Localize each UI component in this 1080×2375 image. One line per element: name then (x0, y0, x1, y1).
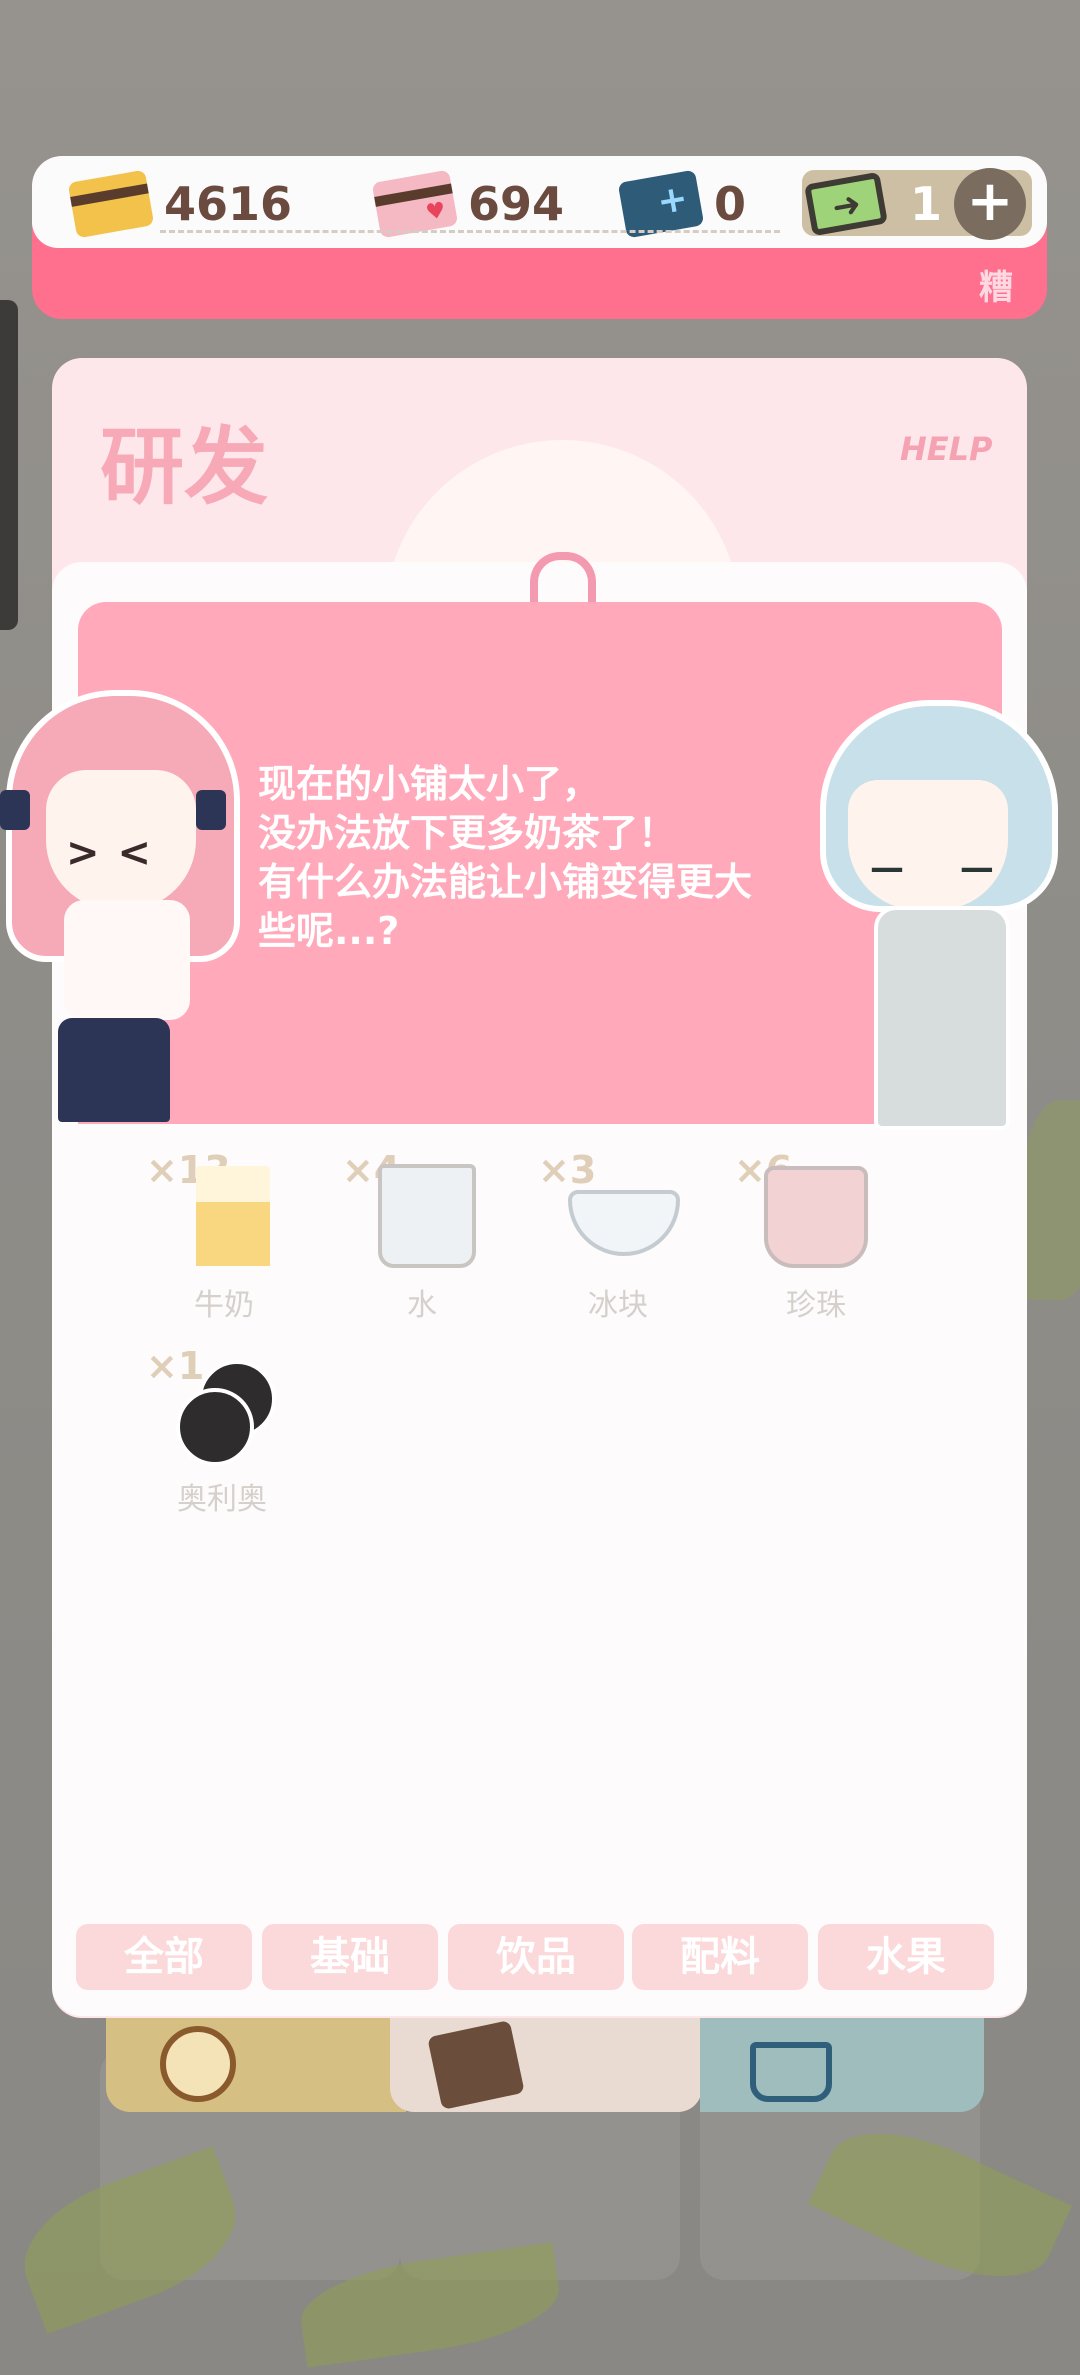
girl-character-skirt (58, 1018, 170, 1122)
ingredient-item-water[interactable]: ×4 水 (338, 1148, 518, 1323)
girl-hair-bow-left (0, 790, 30, 830)
research-title: 研发 (100, 418, 269, 516)
currency-divider (160, 230, 780, 233)
item-label: 珍珠 (786, 1288, 846, 1323)
dialog-line: 有什么办法能让小铺变得更大 (258, 860, 753, 904)
background-shop-shelf (0, 300, 18, 630)
help-button[interactable]: HELP (900, 430, 992, 468)
ticket-icon (804, 171, 888, 237)
tab-drinks[interactable]: 饮品 (448, 1924, 624, 1990)
recipe-notebook-icon (427, 2020, 525, 2110)
ingredient-item-oreo[interactable]: ×1 奥利奥 (142, 1344, 322, 1517)
compass-icon (160, 2026, 236, 2102)
nav-recipe-tab[interactable] (390, 2018, 702, 2112)
heart-currency: 694 (371, 169, 565, 239)
add-ticket-button[interactable]: + (954, 168, 1026, 240)
nav-compass-tab[interactable] (106, 2018, 406, 2112)
dialog-line: 没办法放下更多奶茶了！ (258, 811, 677, 855)
girl-hair-bow-right (196, 790, 226, 830)
item-label: 水 (407, 1288, 437, 1323)
tab-all[interactable]: 全部 (76, 1924, 252, 1990)
ticket-currency-value: 1 (910, 177, 943, 231)
blue-card-icon (617, 169, 705, 239)
currency-bar-side-text: 糟 (979, 268, 1013, 308)
tab-toppings[interactable]: 配料 (632, 1924, 808, 1990)
gold-card-icon (67, 169, 155, 239)
item-quantity: ×1 (146, 1344, 205, 1388)
girl-character-eyes: >< (66, 830, 170, 876)
milk-carton-icon (196, 1166, 270, 1266)
pearl-cup-icon (764, 1166, 868, 1268)
heart-currency-value: 694 (468, 177, 565, 231)
item-label: 冰块 (588, 1288, 648, 1323)
dialog-line: 些呢...? (258, 909, 400, 953)
basket-icon (750, 2042, 832, 2102)
blue-currency-value: 0 (714, 177, 747, 231)
nav-basket-tab[interactable] (700, 2018, 984, 2112)
dialog-line: 现在的小铺太小了， (258, 762, 601, 806)
gold-currency-value: 4616 (164, 177, 293, 231)
boy-character-face (848, 780, 1008, 910)
item-quantity: ×3 (538, 1148, 597, 1192)
tab-basic[interactable]: 基础 (262, 1924, 438, 1990)
item-label: 奥利奥 (177, 1482, 267, 1517)
water-cup-icon (378, 1164, 476, 1268)
item-label: 牛奶 (194, 1288, 254, 1323)
blue-currency: 0 (617, 169, 747, 239)
ingredient-item-ice[interactable]: ×3 冰块 (534, 1148, 714, 1323)
girl-character-body (64, 900, 190, 1020)
gold-currency: 4616 (67, 169, 293, 239)
boy-character-eyes: — — (870, 848, 1016, 888)
tab-fruit[interactable]: 水果 (818, 1924, 994, 1990)
ingredient-item-pearls[interactable]: ×6 珍珠 (730, 1148, 910, 1323)
ice-bowl-icon (568, 1190, 680, 1256)
story-dialog-text: 现在的小铺太小了， 没办法放下更多奶茶了！ 有什么办法能让小铺变得更大 些呢..… (258, 760, 798, 956)
ticket-currency: 1 (804, 171, 943, 237)
ingredient-item-milk[interactable]: ×13 牛奶 (142, 1148, 322, 1323)
heart-card-icon (371, 169, 459, 239)
boy-character-body (874, 906, 1010, 1130)
